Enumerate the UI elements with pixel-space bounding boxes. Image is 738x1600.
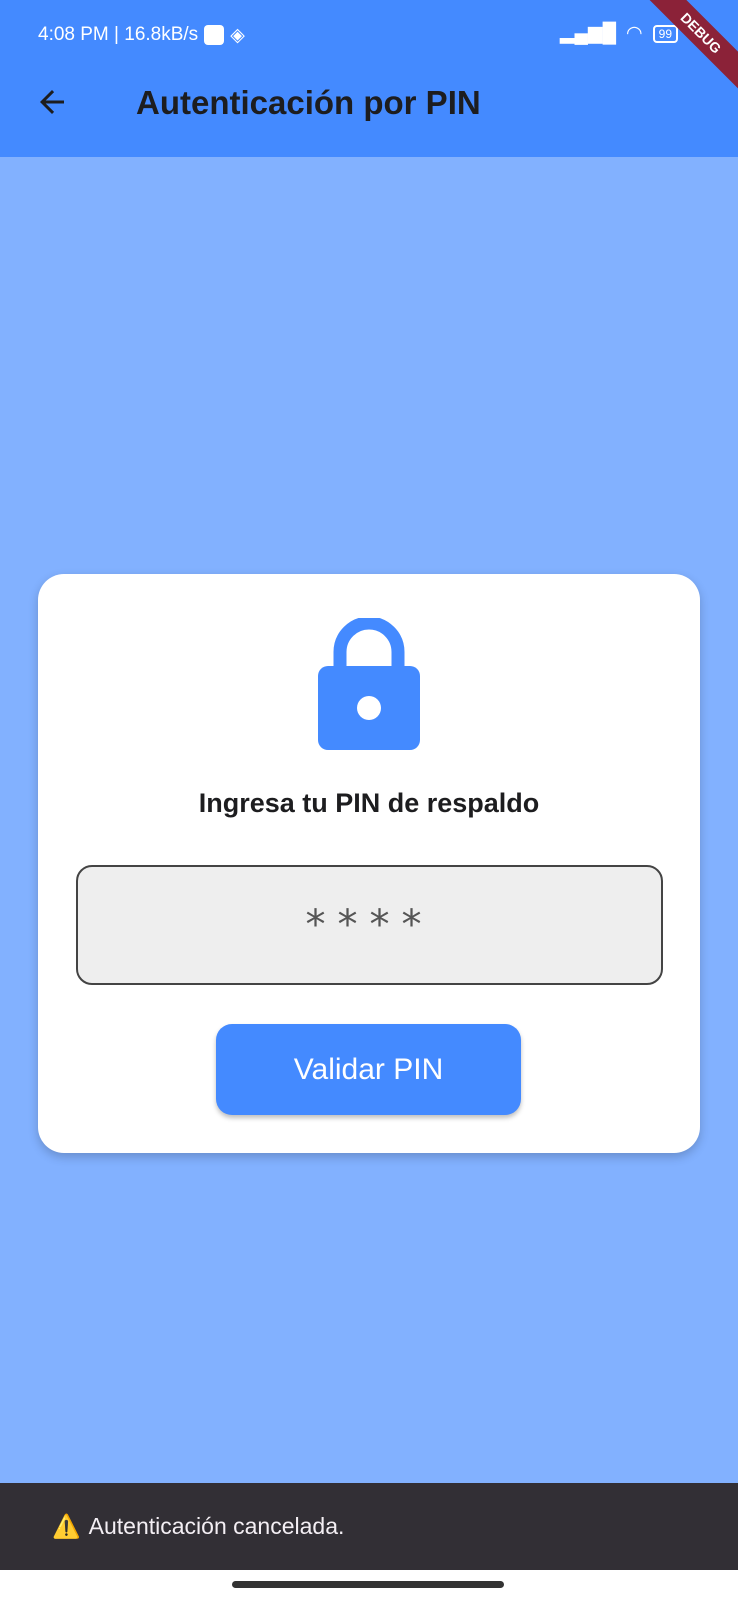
home-handle[interactable] <box>232 1581 504 1588</box>
binance-icon: ◈ <box>230 24 245 46</box>
pin-heading: Ingresa tu PIN de respaldo <box>198 788 540 818</box>
signal-icon: ▂▄▆█ <box>559 23 617 44</box>
back-arrow-icon[interactable] <box>34 84 70 120</box>
pin-input[interactable]: **** <box>76 865 663 985</box>
snackbar-message: Autenticación cancelada. <box>88 1513 345 1539</box>
snackbar: ⚠️ Autenticación cancelada. <box>0 1483 738 1570</box>
status-bar: 4:08 PM | 16.8kB/s ◈ ▂▄▆█ ◠ 99 <box>38 20 738 50</box>
page-title: Autenticación por PIN <box>136 84 481 121</box>
app-bar: 4:08 PM | 16.8kB/s ◈ ▂▄▆█ ◠ 99 DEBUG Aut… <box>0 0 738 157</box>
wifi-icon: ◠ <box>626 23 643 44</box>
battery-icon: 99 <box>652 24 678 43</box>
status-time: 4:08 PM | 16.8kB/s <box>38 24 199 45</box>
lock-icon <box>318 618 420 750</box>
pin-card: Ingresa tu PIN de respaldo **** Validar … <box>38 574 700 1153</box>
app-notification-icon <box>204 25 225 45</box>
warning-icon: ⚠️ <box>52 1513 81 1539</box>
validate-pin-button[interactable]: Validar PIN <box>216 1024 521 1115</box>
